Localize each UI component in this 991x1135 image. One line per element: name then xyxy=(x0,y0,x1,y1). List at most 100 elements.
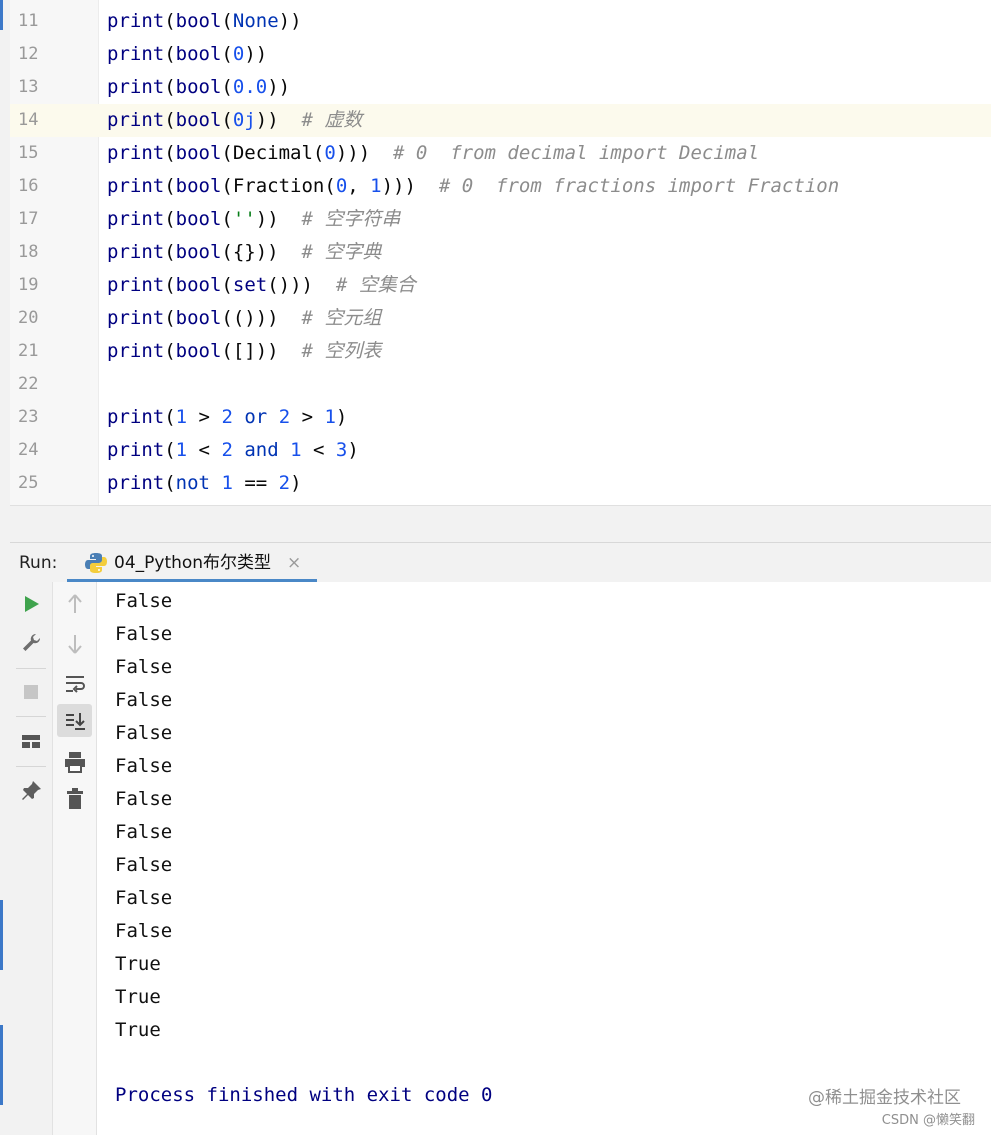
code-text[interactable]: print(bool({})) # 空字典 xyxy=(107,236,381,269)
code-line[interactable]: 11 print(bool(None)) xyxy=(10,5,991,38)
code-token: ( xyxy=(221,43,233,65)
print-icon[interactable] xyxy=(61,748,89,776)
code-token: 1 xyxy=(370,175,382,197)
layout-icon[interactable] xyxy=(17,728,45,756)
line-number: 12 xyxy=(18,44,39,64)
arrow-down-icon[interactable] xyxy=(61,630,89,658)
code-token: print xyxy=(107,307,165,329)
code-text[interactable]: print(bool([])) # 空列表 xyxy=(107,335,381,368)
code-line[interactable]: 22 xyxy=(10,368,991,401)
code-token: print xyxy=(107,208,165,230)
favorites-strip-tab[interactable] xyxy=(0,1025,3,1105)
line-number: 25 xyxy=(18,473,39,493)
code-text[interactable]: print(bool(Fraction(0, 1))) # 0 from fra… xyxy=(107,170,839,203)
code-editor[interactable]: 11 print(bool(None)) 12 print(bool(0)) 13 pri… xyxy=(10,0,991,505)
run-toolbar xyxy=(10,582,53,1135)
code-token: ) xyxy=(290,472,302,494)
run-tab[interactable]: 04_Python布尔类型 × xyxy=(67,543,317,582)
code-text[interactable]: print(1 < 2 and 1 < 3) xyxy=(107,434,359,467)
run-icon[interactable] xyxy=(17,590,45,618)
code-token: ( xyxy=(164,472,176,494)
code-line[interactable]: 19 print(bool(set())) # 空集合 xyxy=(10,269,991,302)
code-token: ( xyxy=(221,109,233,131)
console-output[interactable]: False False False False False False False False… xyxy=(97,582,991,1135)
code-token: ) xyxy=(347,439,359,461)
code-text[interactable]: print(not 1 == 2) xyxy=(107,467,302,500)
watermark-csdn: CSDN @懒笑翻 xyxy=(881,1113,975,1128)
code-token: 0.0 xyxy=(232,76,268,98)
console-line: True xyxy=(115,1019,161,1041)
console-line: False xyxy=(115,788,173,810)
code-line[interactable]: 17 print(bool('')) # 空字符串 xyxy=(10,203,991,236)
code-token: bool xyxy=(175,208,222,230)
line-number-cell: 22 xyxy=(10,368,98,401)
line-number: 22 xyxy=(18,374,39,394)
code-token: print xyxy=(107,241,165,263)
code-line[interactable]: 20 print(bool(())) # 空元组 xyxy=(10,302,991,335)
code-line[interactable]: 24 print(1 < 2 and 1 < 3) xyxy=(10,434,991,467)
code-token: ( xyxy=(164,142,176,164)
soft-wrap-icon[interactable] xyxy=(61,670,89,698)
code-text[interactable]: print(bool(0.0)) xyxy=(107,71,290,104)
code-token: ( xyxy=(221,76,233,98)
toolbar-divider xyxy=(16,716,46,717)
code-text[interactable]: print(bool(0j)) # 虚数 xyxy=(107,104,362,137)
code-token: # 空列表 xyxy=(301,340,382,362)
console-line: True xyxy=(115,986,161,1008)
scroll-to-end-icon[interactable] xyxy=(61,707,89,735)
code-token: ([])) xyxy=(221,340,302,362)
code-line[interactable]: 25 print(not 1 == 2) xyxy=(10,467,991,500)
arrow-up-icon[interactable] xyxy=(61,590,89,618)
code-line[interactable]: 14 print(bool(0j)) # 虚数 xyxy=(10,104,991,137)
code-line[interactable]: 18 print(bool({})) # 空字典 xyxy=(10,236,991,269)
line-number-cell: 24 xyxy=(10,434,98,467)
code-token: < xyxy=(187,439,222,461)
code-text[interactable]: print(1 > 2 or 2 > 1) xyxy=(107,401,347,434)
code-token: == xyxy=(232,472,279,494)
code-token: print xyxy=(107,439,165,461)
editor-horizontal-scrollbar[interactable] xyxy=(10,505,991,542)
code-token: print xyxy=(107,175,165,197)
code-text[interactable]: print(bool(Decimal(0))) # 0 from decimal… xyxy=(107,137,759,170)
code-token: # 空字典 xyxy=(301,241,382,263)
code-token: bool xyxy=(175,76,222,98)
stop-icon[interactable] xyxy=(17,678,45,706)
structure-strip-tab[interactable] xyxy=(0,900,3,970)
run-label: Run: xyxy=(19,553,58,573)
code-token: 1 xyxy=(221,472,233,494)
code-line[interactable]: 13 print(bool(0.0)) xyxy=(10,71,991,104)
code-token: ( xyxy=(164,340,176,362)
code-text[interactable]: print(bool('')) # 空字符串 xyxy=(107,203,400,236)
code-line[interactable]: 12 print(bool(0)) xyxy=(10,38,991,71)
code-token: print xyxy=(107,10,165,32)
code-text[interactable]: print(bool(())) # 空元组 xyxy=(107,302,381,335)
code-token: print xyxy=(107,43,165,65)
code-token: 2 xyxy=(278,472,291,494)
line-number: 21 xyxy=(18,341,39,361)
code-token: ( xyxy=(164,307,176,329)
code-line[interactable]: 21 print(bool([])) # 空列表 xyxy=(10,335,991,368)
line-number: 20 xyxy=(18,308,39,328)
wrench-icon[interactable] xyxy=(17,629,45,657)
code-text[interactable]: print(bool(None)) xyxy=(107,5,302,38)
code-token: # 0 from fractions import Fraction xyxy=(438,175,840,197)
console-toolbar xyxy=(53,582,97,1135)
code-token: ) xyxy=(335,406,348,428)
code-token: < xyxy=(301,439,336,461)
tab-close-icon[interactable]: × xyxy=(287,543,301,583)
trash-icon[interactable] xyxy=(61,785,89,813)
code-token: print xyxy=(107,406,165,428)
console-line: False xyxy=(115,623,173,645)
code-token: None xyxy=(232,10,279,32)
code-token: ( xyxy=(164,208,176,230)
line-number-cell: 25 xyxy=(10,467,98,500)
code-token: 3 xyxy=(335,439,348,461)
code-text[interactable]: print(bool(0)) xyxy=(107,38,267,71)
code-line[interactable]: 23 print(1 > 2 or 2 > 1) xyxy=(10,401,991,434)
line-number: 13 xyxy=(18,77,39,97)
code-line[interactable]: 16 print(bool(Fraction(0, 1))) # 0 from f… xyxy=(10,170,991,203)
pin-icon[interactable] xyxy=(17,777,45,805)
code-line[interactable]: 15 print(bool(Decimal(0))) # 0 from decim… xyxy=(10,137,991,170)
code-text[interactable]: print(bool(set())) # 空集合 xyxy=(107,269,416,302)
